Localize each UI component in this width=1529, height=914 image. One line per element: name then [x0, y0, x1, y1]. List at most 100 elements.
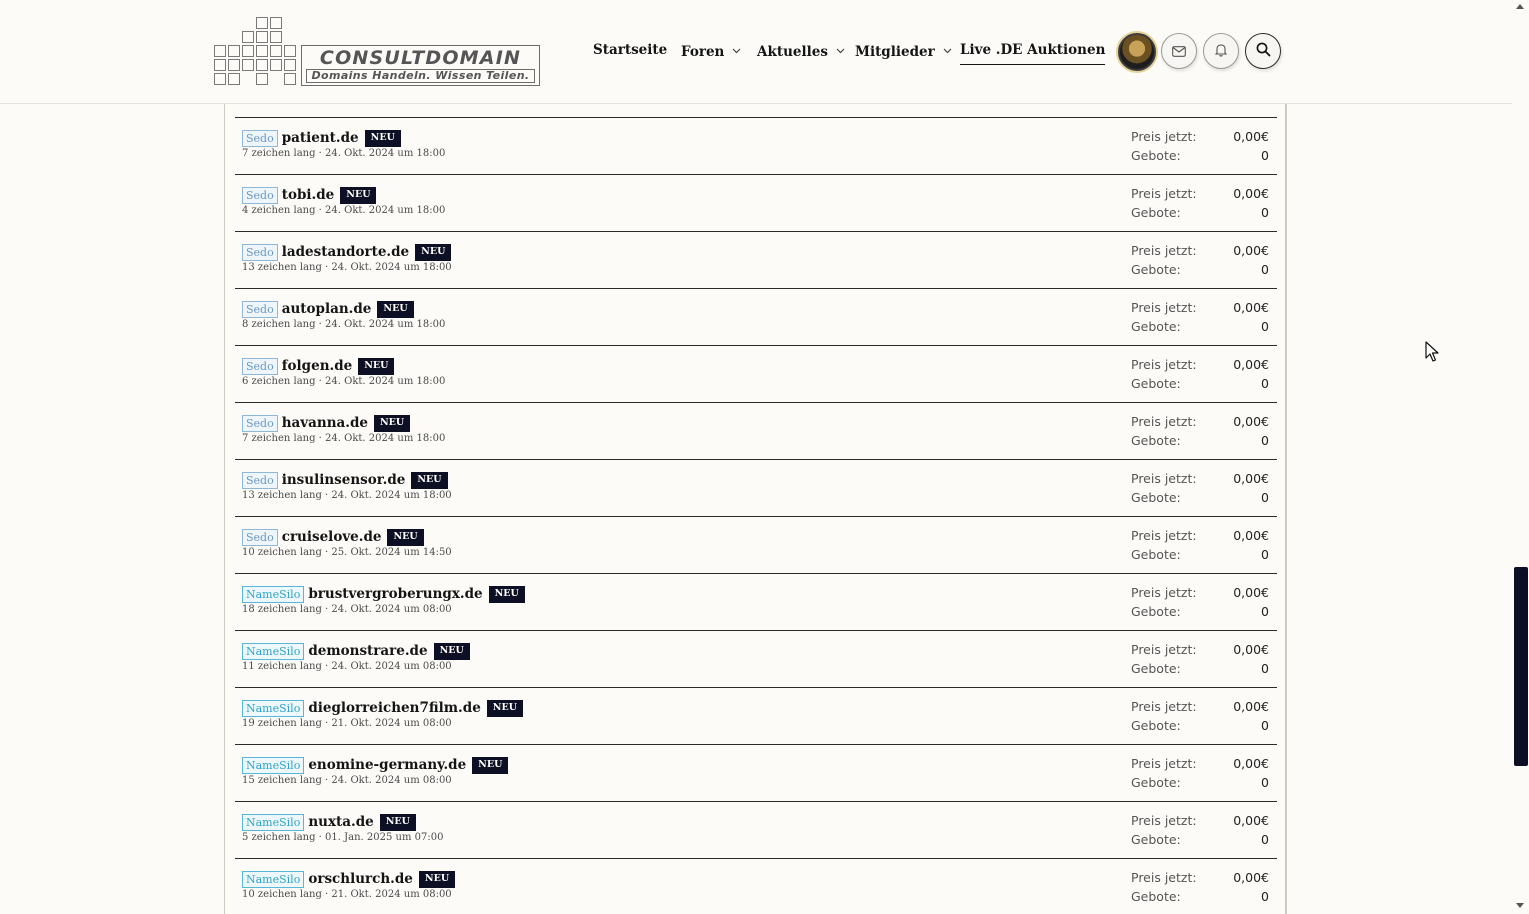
auction-row-title: Sedo autoplan.de NEU	[242, 299, 414, 319]
nav-mitglieder[interactable]: Mitglieder	[855, 40, 952, 62]
domain-link[interactable]: patient.de	[282, 130, 359, 146]
source-tag[interactable]: Sedo	[242, 300, 278, 318]
domain-link[interactable]: cruiselove.de	[282, 529, 382, 545]
nav-label: Foren	[681, 44, 725, 60]
auction-row: Sedo cruiselove.de NEU 10 zeichen lang · 25…	[235, 516, 1277, 573]
price-value: 0,00€	[1233, 129, 1269, 144]
new-badge: NEU	[373, 414, 411, 432]
price-value: 0,00€	[1233, 471, 1269, 486]
domain-link[interactable]: autoplan.de	[282, 301, 372, 317]
domain-meta: 13 zeichen lang · 24. Okt. 2024 um 18:00	[242, 490, 452, 501]
user-avatar[interactable]	[1118, 33, 1156, 71]
nav-aktuelles[interactable]: Aktuelles	[757, 40, 845, 62]
auction-row-title: NameSilo nuxta.de NEU	[242, 812, 416, 832]
nav-startseite[interactable]: Startseite	[593, 40, 667, 60]
logo-grid-icon	[214, 17, 296, 87]
domain-link[interactable]: orschlurch.de	[308, 871, 413, 887]
price-label: Preis jetzt:	[1131, 756, 1197, 771]
domain-meta: 11 zeichen lang · 24. Okt. 2024 um 08:00	[242, 661, 452, 672]
scrollbar[interactable]	[1512, 0, 1529, 914]
domain-meta: 7 zeichen lang · 24. Okt. 2024 um 18:00	[242, 148, 446, 159]
search-button[interactable]	[1245, 33, 1281, 69]
source-tag[interactable]: NameSilo	[242, 756, 305, 774]
domain-meta: 5 zeichen lang · 01. Jan. 2025 um 07:00	[242, 832, 444, 843]
nav-foren[interactable]: Foren	[681, 40, 741, 62]
source-tag[interactable]: Sedo	[242, 357, 278, 375]
source-tag[interactable]: NameSilo	[242, 870, 305, 888]
logo-grid-cell	[214, 59, 226, 71]
domain-link[interactable]: nuxta.de	[308, 814, 373, 830]
auction-row-title: NameSilo enomine-germany.de NEU	[242, 755, 509, 775]
price-value: 0,00€	[1233, 585, 1269, 600]
domain-link[interactable]: enomine-germany.de	[308, 757, 466, 773]
domain-meta: 6 zeichen lang · 24. Okt. 2024 um 18:00	[242, 376, 446, 387]
source-tag[interactable]: Sedo	[242, 129, 278, 147]
source-tag[interactable]: Sedo	[242, 528, 278, 546]
bids-value: 0	[1261, 718, 1269, 733]
source-tag[interactable]: NameSilo	[242, 813, 305, 831]
scrollbar-thumb[interactable]	[1514, 567, 1528, 766]
auction-row: Sedo folgen.de NEU 6 zeichen lang · 24. Okt…	[235, 345, 1277, 402]
alerts-button[interactable]	[1203, 33, 1239, 69]
source-tag[interactable]: NameSilo	[242, 642, 305, 660]
nav-live-auktionen[interactable]: Live .DE Auktionen	[960, 40, 1106, 65]
messages-button[interactable]	[1161, 33, 1197, 69]
source-tag[interactable]: Sedo	[242, 471, 278, 489]
bids-label: Gebote:	[1131, 718, 1181, 733]
auction-row-title: Sedo tobi.de NEU	[242, 185, 377, 205]
source-tag[interactable]: NameSilo	[242, 585, 305, 603]
domain-link[interactable]: tobi.de	[282, 187, 335, 203]
domain-link[interactable]: demonstrare.de	[308, 643, 427, 659]
price-label: Preis jetzt:	[1131, 300, 1197, 315]
auction-row: Sedo patient.de NEU 7 zeichen lang · 24. Ok…	[235, 117, 1277, 174]
logo-title: CONSULTDOMAIN	[319, 47, 522, 69]
bids-label: Gebote:	[1131, 262, 1181, 277]
bids-label: Gebote:	[1131, 490, 1181, 505]
logo-grid-cell	[214, 45, 226, 57]
bids-label: Gebote:	[1131, 205, 1181, 220]
auction-row: NameSilo enomine-germany.de NEU 15 zeichen …	[235, 744, 1277, 801]
scroll-up-arrow-icon[interactable]	[1516, 4, 1524, 9]
source-tag[interactable]: NameSilo	[242, 699, 305, 717]
auction-row-title: NameSilo demonstrare.de NEU	[242, 641, 470, 661]
domain-meta: 10 zeichen lang · 21. Okt. 2024 um 08:00	[242, 889, 452, 900]
new-badge: NEU	[488, 585, 525, 603]
scroll-down-arrow-icon[interactable]	[1516, 903, 1524, 908]
logo-grid-cell	[270, 59, 282, 71]
bids-label: Gebote:	[1131, 148, 1181, 163]
domain-link[interactable]: insulinsensor.de	[282, 472, 406, 488]
domain-link[interactable]: havanna.de	[282, 415, 368, 431]
logo-grid-cell	[228, 59, 240, 71]
bids-value: 0	[1261, 148, 1269, 163]
price-value: 0,00€	[1233, 186, 1269, 201]
logo-grid-cell	[284, 73, 296, 85]
price-label: Preis jetzt:	[1131, 699, 1197, 714]
new-badge: NEU	[418, 870, 456, 888]
bids-value: 0	[1261, 319, 1269, 334]
nav-label: Live .DE Auktionen	[960, 42, 1106, 58]
new-badge: NEU	[387, 528, 424, 546]
bids-label: Gebote:	[1131, 376, 1181, 391]
domain-meta: 8 zeichen lang · 24. Okt. 2024 um 18:00	[242, 319, 446, 330]
auction-row: Sedo tobi.de NEU 4 zeichen lang · 24. Okt. …	[235, 174, 1277, 231]
site-logo[interactable]: CONSULTDOMAIN Domains Handeln. Wissen Te…	[214, 17, 540, 87]
nav-label: Aktuelles	[757, 44, 828, 60]
logo-grid-cell	[214, 73, 226, 85]
domain-link[interactable]: brustvergroberungx.de	[308, 586, 482, 602]
source-tag[interactable]: Sedo	[242, 414, 278, 432]
new-badge: NEU	[486, 699, 524, 717]
logo-grid-cell	[228, 45, 240, 57]
auction-row: NameSilo nuxta.de NEU 5 zeichen lang · 01. …	[235, 801, 1277, 858]
price-value: 0,00€	[1233, 300, 1269, 315]
domain-link[interactable]: dieglorreichen7film.de	[308, 700, 480, 716]
new-badge: NEU	[340, 186, 377, 204]
domain-link[interactable]: ladestandorte.de	[282, 244, 409, 260]
logo-grid-cell	[242, 31, 254, 43]
price-label: Preis jetzt:	[1131, 870, 1197, 885]
auction-row-title: Sedo folgen.de NEU	[242, 356, 395, 376]
source-tag[interactable]: Sedo	[242, 243, 278, 261]
domain-link[interactable]: folgen.de	[282, 358, 353, 374]
source-tag[interactable]: Sedo	[242, 186, 278, 204]
price-label: Preis jetzt:	[1131, 528, 1197, 543]
auction-row: NameSilo orschlurch.de NEU 10 zeichen lang …	[235, 858, 1277, 914]
